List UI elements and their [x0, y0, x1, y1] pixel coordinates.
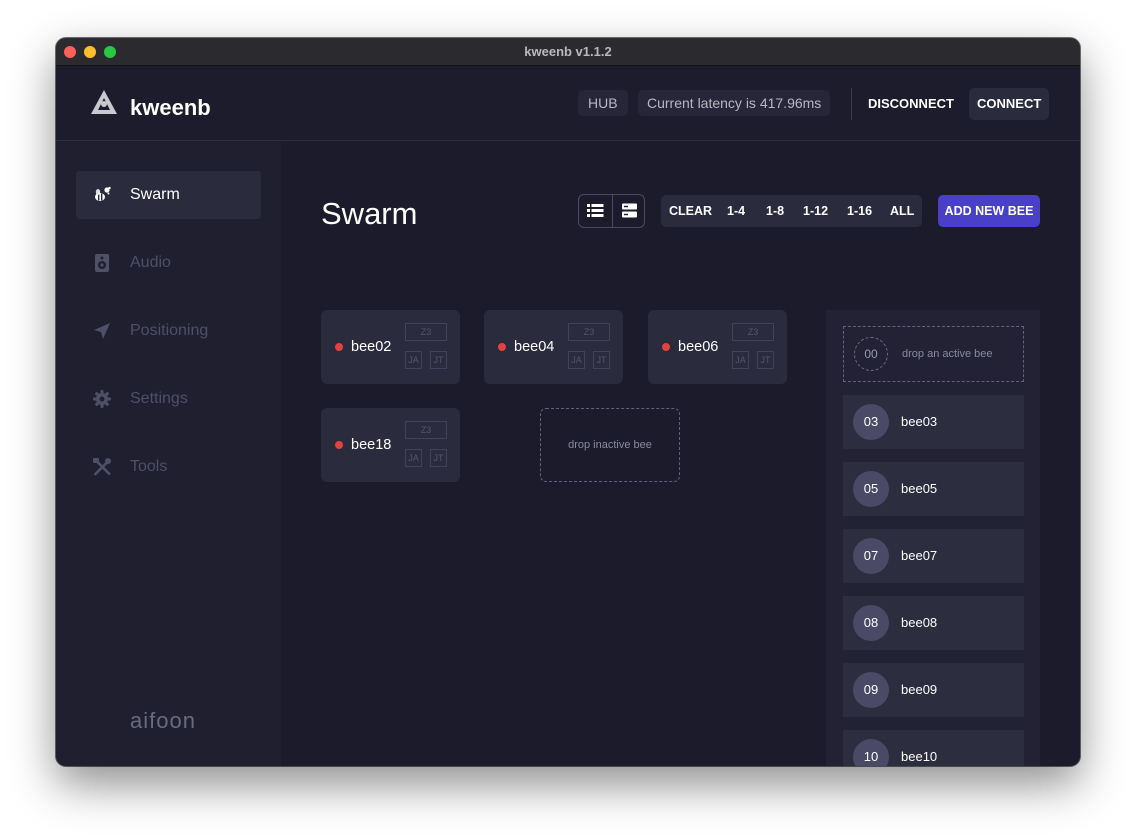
status-dot	[498, 343, 506, 351]
filter-1-12-button[interactable]: 1-12	[803, 195, 828, 227]
bee-name: bee07	[901, 548, 938, 563]
tag-jt[interactable]: JT	[757, 351, 774, 369]
aifoon-brand: aifoon	[130, 708, 196, 733]
sidebar-item-label: Swarm	[130, 186, 180, 203]
tag-z3[interactable]: Z3	[405, 421, 447, 439]
bee-name: bee18	[351, 437, 392, 453]
tag-z3[interactable]: Z3	[405, 323, 447, 341]
active-bee-item[interactable]: 07 bee07	[843, 529, 1024, 583]
tag-z3[interactable]: Z3	[732, 323, 774, 341]
app-header: kweenb HUB Current latency is 417.96ms D…	[56, 66, 1080, 141]
tag-jt[interactable]: JT	[430, 351, 447, 369]
active-bee-item[interactable]: 03 bee03	[843, 395, 1024, 449]
latency-status: Current latency is 417.96ms	[638, 90, 831, 116]
filter-clear-button[interactable]: CLEAR	[669, 195, 712, 227]
app-logo-text: kweenb	[130, 95, 211, 120]
sidebar-item-label: Tools	[130, 458, 168, 475]
disconnect-button[interactable]: DISCONNECT	[860, 88, 962, 120]
inactive-bee-card[interactable]: bee02 Z3 JA JT	[321, 310, 460, 384]
kweenb-logo-icon	[91, 90, 117, 114]
connect-button[interactable]: CONNECT	[969, 88, 1050, 120]
sidebar-item-label: Audio	[130, 254, 171, 271]
filter-all-button[interactable]: ALL	[890, 195, 914, 227]
status-dot	[335, 343, 343, 351]
sidebar-item-label: Settings	[130, 390, 188, 407]
filter-1-4-button[interactable]: 1-4	[727, 195, 745, 227]
header-divider	[851, 88, 852, 120]
server-view-button[interactable]	[612, 195, 644, 227]
sidebar-item-audio[interactable]: Audio	[76, 239, 261, 287]
inactive-bee-card[interactable]: bee18 Z3 JA JT	[321, 408, 460, 482]
active-bee-item[interactable]: 10 bee10	[843, 730, 1024, 766]
filter-1-8-button[interactable]: 1-8	[766, 195, 784, 227]
tag-jt[interactable]: JT	[430, 449, 447, 467]
bee-number-badge: 05	[853, 471, 889, 507]
tag-ja[interactable]: JA	[568, 351, 585, 369]
gear-icon	[93, 390, 111, 408]
sidebar-item-label: Positioning	[130, 322, 209, 339]
tag-ja[interactable]: JA	[732, 351, 749, 369]
filter-1-16-button[interactable]: 1-16	[847, 195, 872, 227]
add-new-bee-button[interactable]: ADD NEW BEE	[938, 195, 1040, 227]
bees-icon	[95, 186, 111, 201]
filter-group: CLEAR 1-4 1-8 1-12 1-16 ALL	[661, 195, 922, 227]
app-window: kweenb v1.1.2 kweenb HUB Current latency…	[56, 38, 1080, 766]
bee-name: bee09	[901, 682, 938, 697]
status-dot	[662, 343, 670, 351]
view-toggle	[578, 194, 645, 228]
sidebar-item-swarm[interactable]: Swarm	[76, 171, 261, 219]
bee-number-badge: 10	[853, 739, 889, 766]
main-content: Swarm CLEAR 1-4 1-8 1-12 1-16 ALL ADD NE…	[281, 142, 1080, 766]
bee-name: bee03	[901, 414, 938, 429]
server-icon	[622, 203, 637, 218]
active-bee-item[interactable]: 09 bee09	[843, 663, 1024, 717]
sidebar: Swarm Audio Positioning Settings Tools a…	[56, 142, 281, 766]
drop-inactive-zone[interactable]: drop inactive bee	[540, 408, 680, 482]
speaker-icon	[95, 254, 109, 272]
tag-z3[interactable]: Z3	[568, 323, 610, 341]
bee-number-badge: 07	[853, 538, 889, 574]
page-title: Swarm	[321, 196, 418, 231]
bee-name: bee05	[901, 481, 938, 496]
bee-name: bee02	[351, 339, 392, 355]
drop-active-text: drop an active bee	[902, 348, 993, 360]
tag-jt[interactable]: JT	[593, 351, 610, 369]
sidebar-item-settings[interactable]: Settings	[76, 375, 261, 423]
drop-slot-number: 00	[854, 337, 888, 371]
bee-name: bee06	[678, 339, 719, 355]
status-dot	[335, 441, 343, 449]
window-title: kweenb v1.1.2	[524, 44, 612, 59]
bee-name: bee08	[901, 615, 938, 630]
inactive-bee-card[interactable]: bee06 Z3 JA JT	[648, 310, 787, 384]
tag-ja[interactable]: JA	[405, 449, 422, 467]
bee-number-badge: 08	[853, 605, 889, 641]
active-bees-panel: 00 drop an active bee 03 bee03 05 bee05 …	[826, 310, 1040, 766]
hub-badge: HUB	[578, 90, 628, 116]
location-arrow-icon	[94, 323, 110, 339]
list-icon	[587, 204, 604, 217]
tag-ja[interactable]: JA	[405, 351, 422, 369]
bee-name: bee04	[514, 339, 555, 355]
tools-icon	[93, 458, 111, 476]
bee-name: bee10	[901, 749, 938, 764]
active-bee-item[interactable]: 08 bee08	[843, 596, 1024, 650]
titlebar: kweenb v1.1.2	[56, 38, 1080, 66]
active-bee-item[interactable]: 05 bee05	[843, 462, 1024, 516]
sidebar-item-tools[interactable]: Tools	[76, 443, 261, 491]
inactive-bee-card[interactable]: bee04 Z3 JA JT	[484, 310, 623, 384]
bee-number-badge: 09	[853, 672, 889, 708]
list-view-button[interactable]	[579, 195, 612, 227]
bee-number-badge: 03	[853, 404, 889, 440]
drop-active-zone[interactable]: 00 drop an active bee	[843, 326, 1024, 382]
sidebar-item-positioning[interactable]: Positioning	[76, 307, 261, 355]
